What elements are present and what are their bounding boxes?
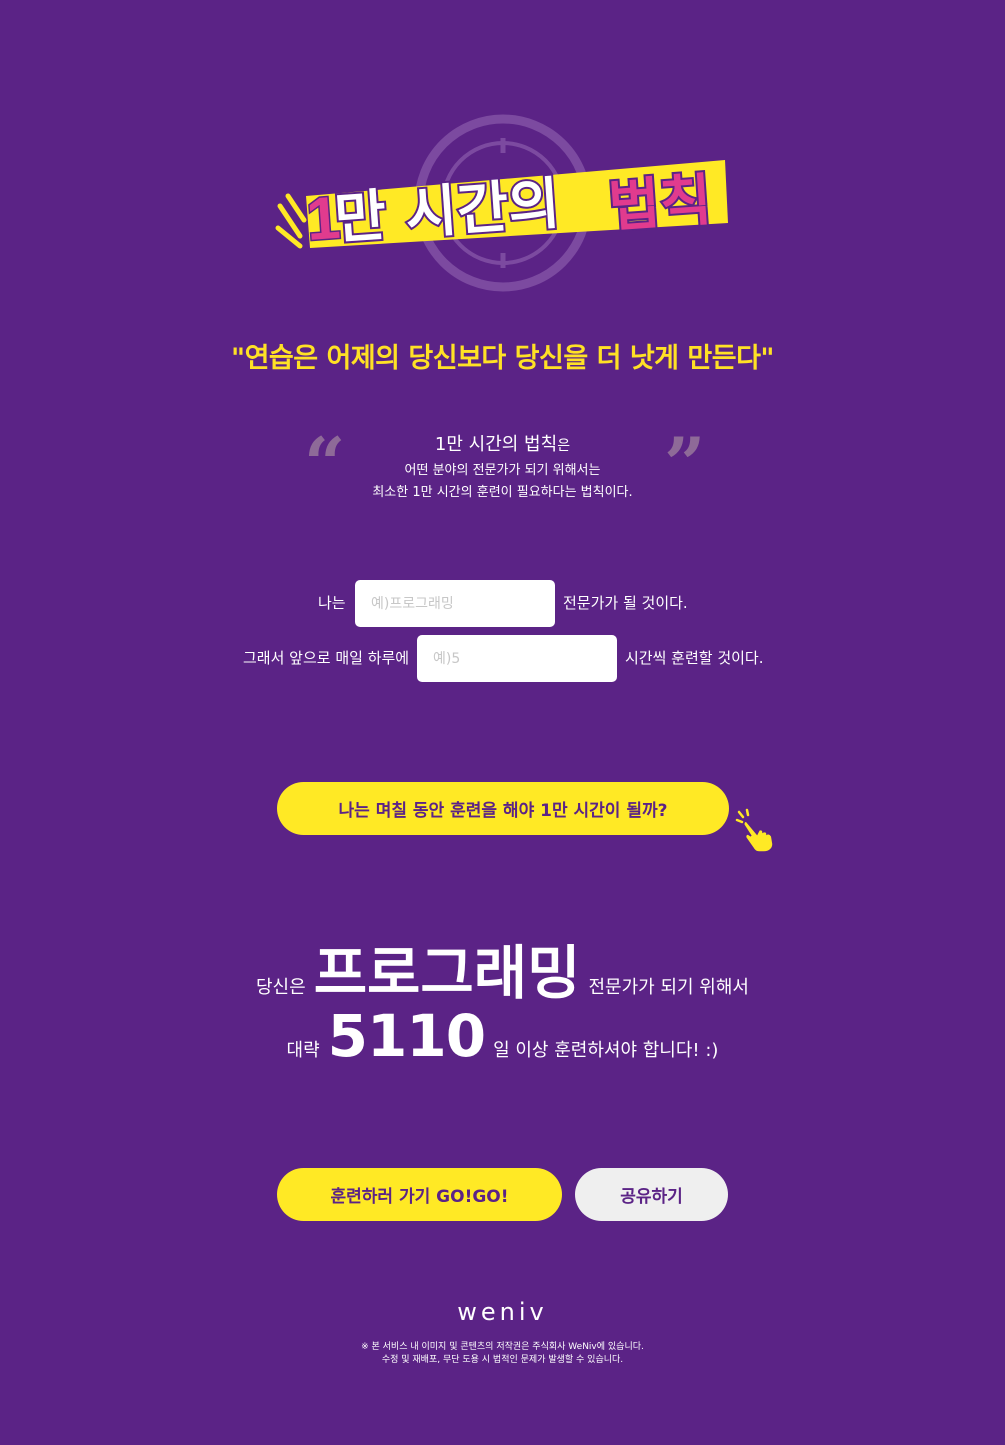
- calculate-button[interactable]: 나는 며칠 동안 훈련을 해야 1만 시간이 될까?: [277, 782, 729, 835]
- share-button[interactable]: 공유하기: [575, 1168, 728, 1221]
- hours-input[interactable]: [417, 635, 617, 682]
- footer-logo: weniv: [457, 1298, 548, 1326]
- quote-line-2: 최소한 1만 시간의 훈련이 필요하다는 법칙이다.: [372, 485, 633, 500]
- hours-suffix-label: 시간씩 훈련할 것이다.: [625, 649, 764, 667]
- hours-prefix-label: 그래서 앞으로 매일 하루에: [243, 649, 410, 667]
- result-line-2: 대략 5110 일 이상 훈련하셔야 합니다! :): [0, 1002, 1005, 1070]
- field-input[interactable]: [355, 580, 555, 627]
- footer-note-2: 수정 및 재배포, 무단 도용 시 법적인 문제가 발생할 수 있습니다.: [381, 1355, 624, 1365]
- result-prefix: 당신은: [256, 977, 306, 998]
- go-training-button[interactable]: 훈련하러 가기 GO!GO!: [277, 1168, 562, 1221]
- pointing-hand-icon: [733, 808, 779, 854]
- footer-note-1: ※ 본 서비스 내 이미지 및 콘텐츠의 저작권은 주식회사 WeNiv에 있습…: [361, 1342, 644, 1352]
- quote-title: 1만 시간의 법칙은: [0, 430, 1005, 456]
- field-prefix-label: 나는: [318, 594, 346, 612]
- result-days-prefix: 대략: [286, 1040, 320, 1061]
- result-days: 5110: [327, 1002, 486, 1070]
- result-line-1: 당신은 프로그래밍 전문가가 되기 위해서: [0, 926, 1005, 1010]
- hero-title-part1: 만 시간의: [332, 171, 562, 252]
- field-suffix-label: 전문가가 될 것이다.: [563, 594, 688, 612]
- result-field-suffix: 전문가가 되기 위해서: [588, 977, 749, 998]
- burst-icon: [275, 193, 307, 249]
- quote-title-main: 1만 시간의 법칙: [434, 434, 558, 455]
- result-days-suffix: 일 이상 훈련하셔야 합니다! :): [493, 1040, 719, 1061]
- result-field: 프로그래밍: [313, 939, 581, 1007]
- motto: "연습은 어제의 당신보다 당신을 더 낫게 만든다": [231, 343, 775, 374]
- quote-line-1: 어떤 분야의 전문가가 되기 위해서는: [404, 463, 601, 478]
- hero-logo: 1 만 시간의 법칙: [270, 108, 740, 303]
- hero-title-part2: 법칙: [606, 168, 713, 240]
- quote-title-suffix: 은: [557, 438, 571, 454]
